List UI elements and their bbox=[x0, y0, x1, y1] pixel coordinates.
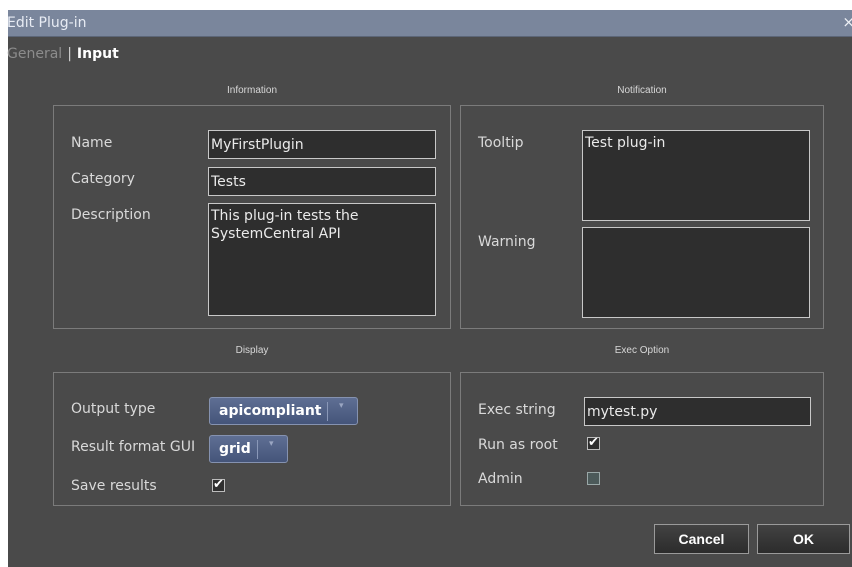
result-format-value: grid bbox=[219, 441, 251, 457]
admin-label: Admin bbox=[478, 471, 523, 487]
run-as-root-checkbox[interactable]: ✔ bbox=[587, 435, 600, 450]
exec-string-label: Exec string bbox=[478, 402, 556, 418]
notification-section-title: Notification bbox=[617, 85, 667, 96]
display-section-title: Display bbox=[235, 345, 269, 356]
tab-general[interactable]: General bbox=[7, 46, 62, 62]
dropdown-separator bbox=[327, 402, 328, 421]
name-field[interactable] bbox=[208, 130, 436, 159]
description-field[interactable]: This plug-in tests the SystemCentral API bbox=[208, 203, 436, 316]
information-group: Name Category Description This plug-in t… bbox=[53, 105, 451, 329]
tooltip-field[interactable]: Test plug-in bbox=[582, 130, 810, 221]
description-label: Description bbox=[71, 207, 151, 223]
title-bar[interactable]: Edit Plug-in × bbox=[7, 10, 852, 37]
tooltip-label: Tooltip bbox=[478, 135, 524, 151]
save-results-checkbox[interactable]: ✔ bbox=[212, 477, 225, 492]
save-results-label: Save results bbox=[71, 478, 157, 494]
output-type-value: apicompliant bbox=[219, 403, 322, 419]
exec-option-group: Exec string Run as root ✔ Admin bbox=[460, 372, 824, 506]
checkmark-icon: ✔ bbox=[213, 477, 224, 492]
checkmark-icon: ✔ bbox=[588, 435, 599, 450]
window-title: Edit Plug-in bbox=[7, 15, 87, 31]
name-label: Name bbox=[71, 135, 113, 151]
category-field[interactable] bbox=[208, 167, 436, 196]
tab-separator: | bbox=[67, 46, 72, 62]
ok-button[interactable]: OK bbox=[757, 524, 850, 554]
exec-string-field[interactable] bbox=[584, 397, 811, 426]
result-format-dropdown[interactable]: grid ▾ bbox=[209, 435, 288, 463]
admin-checkbox[interactable] bbox=[587, 472, 600, 485]
tab-bar: General | Input bbox=[7, 46, 119, 62]
cancel-button[interactable]: Cancel bbox=[654, 524, 749, 554]
close-icon[interactable]: × bbox=[842, 13, 852, 31]
output-type-label: Output type bbox=[71, 401, 156, 417]
display-group: Output type apicompliant ▾ Result format… bbox=[53, 372, 451, 506]
notification-group: Tooltip Test plug-in Warning bbox=[460, 105, 824, 329]
chevron-down-icon: ▾ bbox=[269, 439, 274, 449]
information-section-title: Information bbox=[226, 85, 278, 96]
run-as-root-label: Run as root bbox=[478, 437, 558, 453]
dropdown-separator bbox=[257, 440, 258, 459]
tab-input[interactable]: Input bbox=[77, 46, 119, 62]
exec-option-section-title: Exec Option bbox=[614, 345, 670, 356]
category-label: Category bbox=[71, 171, 135, 187]
warning-label: Warning bbox=[478, 234, 536, 250]
result-format-label: Result format GUI bbox=[71, 439, 196, 455]
output-type-dropdown[interactable]: apicompliant ▾ bbox=[209, 397, 358, 425]
chevron-down-icon: ▾ bbox=[339, 401, 344, 411]
warning-field[interactable] bbox=[582, 227, 810, 318]
edit-plugin-dialog: Edit Plug-in × General | Input Information… bbox=[7, 10, 852, 567]
